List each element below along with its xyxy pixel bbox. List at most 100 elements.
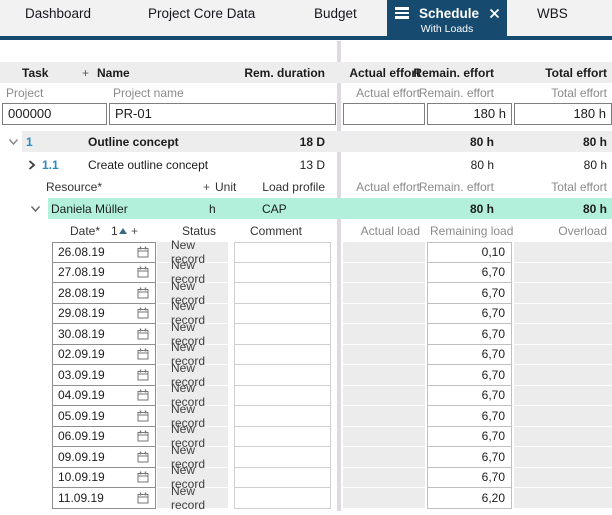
project-remain-effort-field[interactable]: 180 h [427, 103, 512, 125]
chevron-right-icon[interactable] [28, 159, 36, 170]
project-column-header: Project [6, 86, 43, 100]
calendar-icon[interactable] [137, 266, 149, 278]
remaining-load-field[interactable]: 6,70 [427, 324, 512, 345]
remaining-load-field[interactable]: 6,70 [427, 427, 512, 448]
chevron-down-icon[interactable] [30, 205, 41, 213]
date-value: 30.08.19 [58, 327, 105, 341]
menu-icon[interactable] [395, 5, 409, 21]
task-row-1-1: 1.1 Create outline concept 13 D 80 h 80 … [0, 154, 612, 175]
task-id[interactable]: 1.1 [42, 158, 59, 172]
task-rem-duration: 13 D [300, 158, 325, 172]
tab-project-core-data[interactable]: Project Core Data [148, 6, 255, 21]
remaining-load-field[interactable]: 6,70 [427, 263, 512, 284]
resource-row[interactable]: Daniela Müller h CAP 80 h 80 h [0, 198, 612, 219]
date-field[interactable]: 10.09.19 [52, 468, 156, 489]
date-field[interactable]: 26.08.19 [52, 242, 156, 263]
remaining-load-field[interactable]: 6,70 [427, 447, 512, 468]
comment-field[interactable] [234, 283, 331, 304]
resource-remain-effort: 80 h [470, 202, 494, 216]
project-name-field[interactable]: PR-01 [109, 103, 336, 125]
date-field[interactable]: 05.09.19 [52, 406, 156, 427]
calendar-icon[interactable] [137, 328, 149, 340]
remaining-load-field[interactable]: 6,70 [427, 406, 512, 427]
calendar-icon[interactable] [137, 307, 149, 319]
calendar-icon[interactable] [137, 287, 149, 299]
comment-field[interactable] [234, 406, 331, 427]
date-field[interactable]: 30.08.19 [52, 324, 156, 345]
add-column-button[interactable]: + [203, 180, 210, 194]
status-cell: New record [157, 488, 228, 509]
calendar-icon[interactable] [137, 369, 149, 381]
comment-field[interactable] [234, 488, 331, 509]
task-name[interactable]: Outline concept [88, 135, 179, 149]
add-column-button[interactable]: + [131, 224, 138, 238]
comment-field[interactable] [234, 263, 331, 284]
tab-schedule-active[interactable]: Schedule With Loads [387, 0, 507, 36]
comment-field[interactable] [234, 345, 331, 366]
overload-cell [514, 406, 612, 427]
overload-cell [514, 427, 612, 448]
remaining-load-field[interactable]: 6,70 [427, 468, 512, 489]
date-value: 05.09.19 [58, 409, 105, 423]
comment-field[interactable] [234, 447, 331, 468]
date-field[interactable]: 28.08.19 [52, 283, 156, 304]
task-name[interactable]: Create outline concept [88, 158, 208, 172]
comment-column-header: Comment [250, 224, 302, 238]
tab-wbs[interactable]: WBS [537, 6, 568, 21]
actual-load-cell [343, 447, 425, 468]
add-column-button[interactable]: + [82, 66, 89, 80]
remaining-load-field[interactable]: 6,70 [427, 304, 512, 325]
close-icon[interactable] [489, 8, 500, 19]
remaining-load-field[interactable]: 0,10 [427, 242, 512, 263]
load-rows: 26.08.19 New record 0,10 27.08.19 [0, 242, 612, 509]
project-actual-effort-field[interactable] [343, 103, 425, 125]
date-field[interactable]: 27.08.19 [52, 263, 156, 284]
date-field[interactable]: 04.09.19 [52, 386, 156, 407]
date-field[interactable]: 03.09.19 [52, 365, 156, 386]
calendar-icon[interactable] [137, 471, 149, 483]
comment-field[interactable] [234, 304, 331, 325]
calendar-icon[interactable] [137, 246, 149, 258]
sort-order-number[interactable]: 1 [111, 224, 118, 238]
date-field[interactable]: 06.09.19 [52, 427, 156, 448]
remaining-load-field[interactable]: 6,70 [427, 386, 512, 407]
resource-load-profile: CAP [262, 202, 287, 216]
remaining-load-field[interactable]: 6,20 [427, 488, 512, 509]
comment-field[interactable] [234, 324, 331, 345]
sort-ascending-icon[interactable] [119, 228, 127, 234]
tab-budget[interactable]: Budget [314, 6, 357, 21]
resource-name[interactable]: Daniela Müller [51, 202, 128, 216]
remaining-load-field[interactable]: 6,70 [427, 345, 512, 366]
comment-field[interactable] [234, 242, 331, 263]
calendar-icon[interactable] [137, 410, 149, 422]
load-row: 09.09.19 New record 6,70 [0, 447, 612, 468]
project-id-field[interactable]: 000000 [2, 103, 107, 125]
load-row: 28.08.19 New record 6,70 [0, 283, 612, 304]
load-row: 27.08.19 New record 6,70 [0, 263, 612, 284]
task-id[interactable]: 1 [26, 135, 33, 149]
calendar-icon[interactable] [137, 430, 149, 442]
calendar-icon[interactable] [137, 451, 149, 463]
date-value: 11.09.19 [58, 491, 104, 505]
date-field[interactable]: 11.09.19 [52, 488, 156, 509]
resource-total-effort: 80 h [583, 202, 607, 216]
comment-field[interactable] [234, 427, 331, 448]
date-field[interactable]: 29.08.19 [52, 304, 156, 325]
calendar-icon[interactable] [137, 348, 149, 360]
comment-field[interactable] [234, 468, 331, 489]
comment-field[interactable] [234, 365, 331, 386]
overload-cell [514, 365, 612, 386]
remaining-load-field[interactable]: 6,70 [427, 365, 512, 386]
project-name-column-header: Project name [113, 86, 184, 100]
calendar-icon[interactable] [137, 389, 149, 401]
remaining-load-field[interactable]: 6,70 [427, 283, 512, 304]
date-field[interactable]: 02.09.19 [52, 345, 156, 366]
chevron-down-icon[interactable] [8, 138, 19, 146]
project-total-effort-field[interactable]: 180 h [514, 103, 612, 125]
calendar-icon[interactable] [137, 492, 149, 504]
overload-cell [514, 488, 612, 509]
tab-dashboard[interactable]: Dashboard [25, 6, 91, 21]
date-field[interactable]: 09.09.19 [52, 447, 156, 468]
task-column-header: Task [22, 66, 48, 80]
comment-field[interactable] [234, 386, 331, 407]
